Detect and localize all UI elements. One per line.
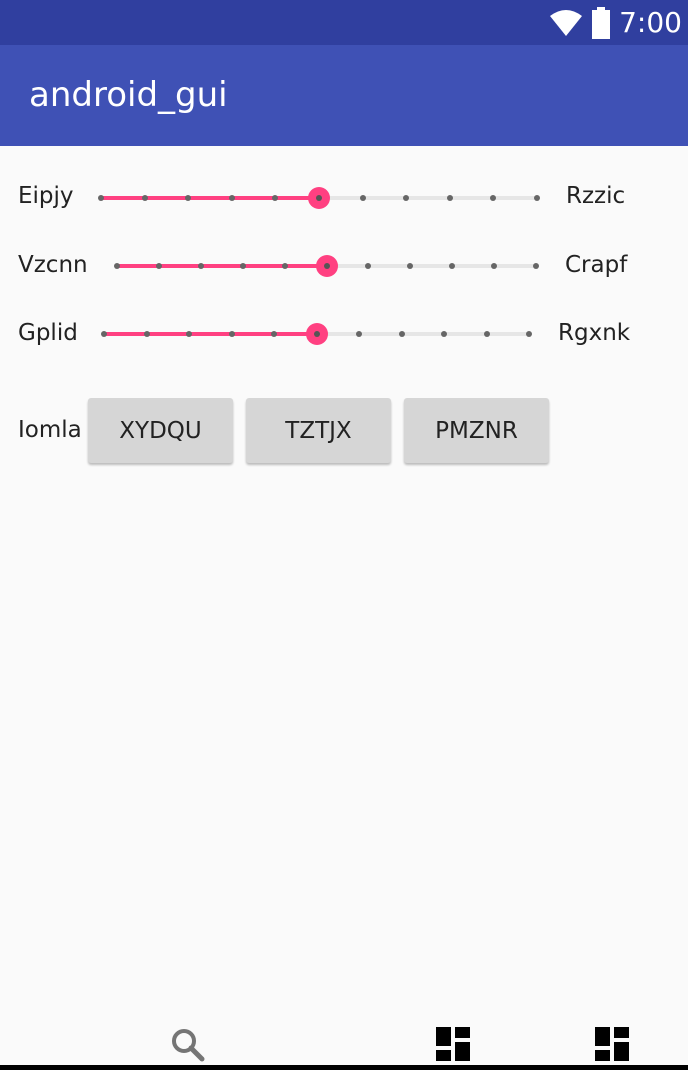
slider-fill — [117, 264, 327, 268]
slider-tick — [407, 263, 414, 269]
slider-tick — [491, 263, 498, 269]
slider-tick — [483, 331, 490, 337]
slider-1-left-label: Eipjy — [18, 183, 74, 209]
slider-3-right-label: Rgxnk — [558, 320, 631, 346]
slider-thumb[interactable] — [315, 255, 338, 277]
slider-thumb[interactable] — [308, 187, 330, 209]
slider-tick — [272, 195, 279, 201]
slider-tick — [155, 263, 162, 269]
slider-2[interactable] — [114, 254, 539, 278]
slider-tick — [441, 331, 447, 337]
slider-tick — [449, 263, 456, 269]
slider-thumb-dot — [323, 263, 330, 269]
slider-tick — [143, 331, 150, 337]
slider-tick — [228, 195, 235, 201]
slider-1[interactable] — [98, 186, 540, 210]
battery-icon — [592, 6, 611, 39]
app-bar: android_gui — [0, 45, 688, 146]
dashboard-icon[interactable] — [436, 1027, 470, 1061]
slider-tick — [185, 195, 192, 201]
slider-tick — [101, 331, 107, 337]
bottom-bar — [0, 1015, 688, 1070]
search-icon[interactable] — [170, 1027, 206, 1063]
slider-3[interactable] — [101, 322, 532, 346]
slider-tick — [403, 195, 410, 201]
slider-thumb-dot — [316, 195, 322, 201]
slider-1-right-label: Rzzic — [566, 183, 626, 209]
button-row-label: Iomla — [18, 417, 82, 443]
status-icons: 7:00 — [549, 0, 682, 45]
slider-tick — [526, 331, 532, 337]
wifi-icon — [550, 9, 583, 36]
slider-tick — [533, 263, 539, 269]
xydqu-button[interactable]: XYDQU — [88, 398, 233, 463]
app-title: android_gui — [29, 75, 228, 115]
status-bar: 7:00 — [0, 0, 688, 45]
slider-2-left-label: Vzcnn — [18, 252, 88, 278]
slider-tick — [197, 263, 204, 269]
slider-tick — [239, 263, 246, 269]
slider-tick — [359, 195, 366, 201]
slider-tick — [98, 195, 104, 201]
slider-fill — [101, 196, 319, 200]
tztjx-button[interactable]: TZTJX — [246, 398, 391, 463]
slider-tick — [398, 331, 405, 337]
slider-tick — [186, 331, 192, 337]
slider-thumb-dot — [313, 331, 320, 337]
slider-tick — [365, 263, 372, 269]
slider-tick — [141, 195, 148, 201]
slider-2-right-label: Crapf — [565, 252, 628, 278]
slider-tick — [228, 331, 235, 337]
slider-tick — [271, 331, 277, 337]
slider-tick — [446, 195, 453, 201]
slider-tick — [356, 331, 362, 337]
slider-thumb[interactable] — [305, 323, 328, 345]
pmznr-button[interactable]: PMZNR — [404, 398, 549, 463]
navigation-bar-edge — [0, 1065, 688, 1070]
status-time: 7:00 — [619, 6, 682, 39]
slider-tick — [114, 263, 120, 269]
slider-fill — [104, 332, 317, 336]
slider-tick — [534, 195, 540, 201]
dashboard-icon[interactable] — [595, 1027, 629, 1061]
slider-tick — [281, 263, 288, 269]
slider-tick — [490, 195, 497, 201]
slider-3-left-label: Gplid — [18, 320, 78, 346]
